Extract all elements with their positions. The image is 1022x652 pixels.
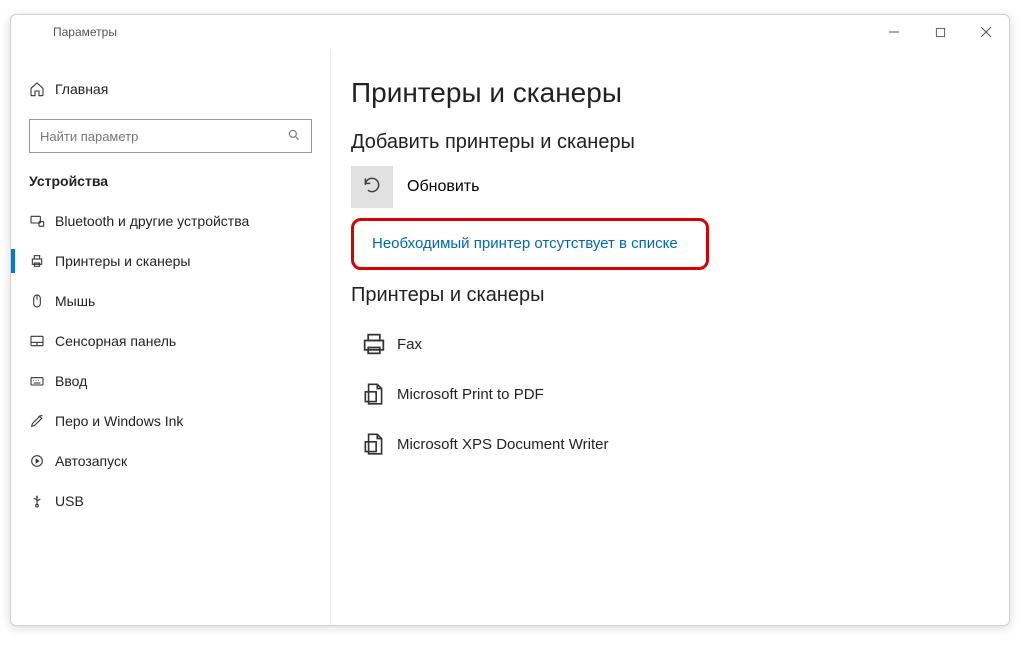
device-label: Microsoft Print to PDF	[397, 386, 544, 403]
keyboard-icon	[29, 373, 55, 389]
page-title: Принтеры и сканеры	[351, 77, 989, 109]
sidebar-item-label: Перо и Windows Ink	[55, 413, 183, 429]
highlight-box: Необходимый принтер отсутствует в списке	[351, 218, 709, 270]
content-area: Принтеры и сканеры Добавить принтеры и с…	[331, 49, 1009, 625]
sidebar: Главная Найти параметр Устройства Blueto…	[11, 49, 331, 625]
sidebar-item-usb[interactable]: USB	[11, 481, 330, 521]
sidebar-item-label: USB	[55, 493, 84, 509]
sidebar-item-bluetooth[interactable]: Bluetooth и другие устройства	[11, 201, 330, 241]
pen-icon	[29, 413, 55, 429]
sidebar-item-label: Сенсорная панель	[55, 333, 176, 349]
device-pdf[interactable]: Microsoft Print to PDF	[351, 369, 989, 419]
search-input[interactable]: Найти параметр	[29, 119, 312, 153]
sidebar-item-label: Автозапуск	[55, 453, 127, 469]
refresh-label: Обновить	[407, 178, 479, 196]
sidebar-category: Устройства	[11, 167, 330, 201]
device-label: Fax	[397, 336, 422, 353]
sidebar-item-mouse[interactable]: Мышь	[11, 281, 330, 321]
sidebar-item-touchpad[interactable]: Сенсорная панель	[11, 321, 330, 361]
touchpad-icon	[29, 333, 55, 349]
bluetooth-icon	[29, 213, 55, 229]
sidebar-item-pen[interactable]: Перо и Windows Ink	[11, 401, 330, 441]
search-placeholder: Найти параметр	[40, 129, 138, 144]
sidebar-home[interactable]: Главная	[11, 69, 330, 109]
printer-icon	[29, 253, 55, 269]
sidebar-item-label: Принтеры и сканеры	[55, 253, 190, 269]
nav-list: Bluetooth и другие устройства Принтеры и…	[11, 201, 330, 521]
device-fax[interactable]: Fax	[351, 319, 989, 369]
settings-window: Параметры Главная Найти параметр	[10, 14, 1010, 626]
back-button[interactable]	[21, 24, 49, 41]
sidebar-item-label: Bluetooth и другие устройства	[55, 213, 249, 229]
sidebar-item-autoplay[interactable]: Автозапуск	[11, 441, 330, 481]
refresh-button[interactable]	[351, 166, 393, 208]
mouse-icon	[29, 293, 55, 309]
title-bar: Параметры	[11, 15, 1009, 49]
maximize-button[interactable]	[917, 15, 963, 49]
search-icon	[287, 128, 301, 145]
minimize-button[interactable]	[871, 15, 917, 49]
refresh-icon	[362, 175, 382, 200]
add-section-title: Добавить принтеры и сканеры	[351, 131, 989, 154]
printer-not-listed-link[interactable]: Необходимый принтер отсутствует в списке	[372, 235, 678, 252]
close-button[interactable]	[963, 15, 1009, 49]
window-title: Параметры	[53, 25, 117, 39]
sidebar-item-typing[interactable]: Ввод	[11, 361, 330, 401]
document-icon	[351, 431, 397, 457]
usb-icon	[29, 493, 55, 509]
sidebar-item-label: Ввод	[55, 373, 87, 389]
home-icon	[29, 81, 55, 97]
list-section-title: Принтеры и сканеры	[351, 284, 989, 307]
device-xps[interactable]: Microsoft XPS Document Writer	[351, 419, 989, 469]
sidebar-item-label: Мышь	[55, 293, 95, 309]
fax-icon	[351, 330, 397, 358]
document-icon	[351, 381, 397, 407]
device-label: Microsoft XPS Document Writer	[397, 436, 608, 453]
home-label: Главная	[55, 81, 108, 97]
sidebar-item-printers[interactable]: Принтеры и сканеры	[11, 241, 330, 281]
autoplay-icon	[29, 453, 55, 469]
refresh-row: Обновить	[351, 166, 989, 208]
